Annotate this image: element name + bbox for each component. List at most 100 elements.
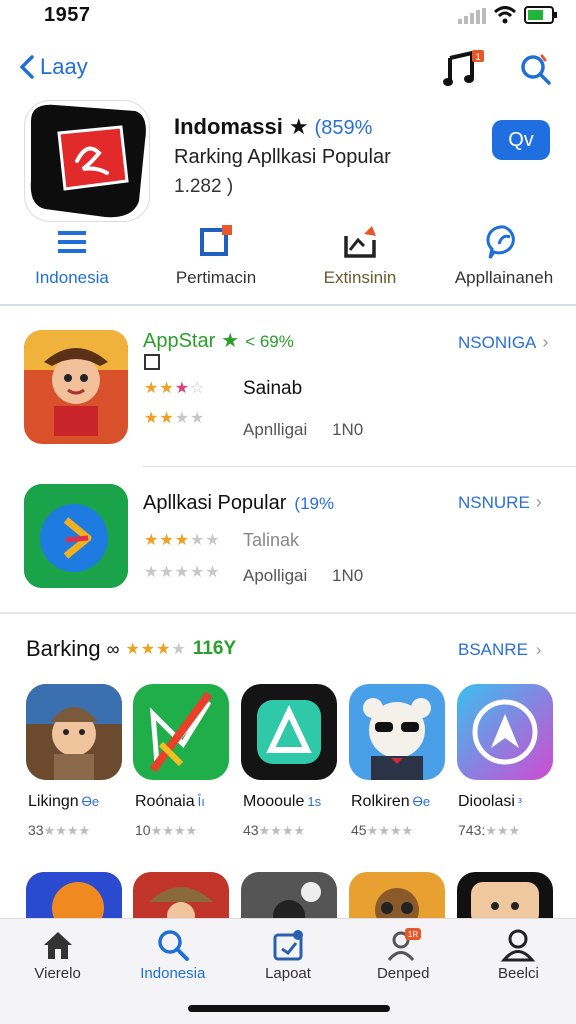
back-label: Laay: [40, 54, 88, 79]
grid-app-tag: I̊ı: [197, 794, 205, 809]
see-all-label: BSANRE: [458, 640, 528, 659]
star-icon: ★: [288, 114, 309, 139]
rating-stars: ★★★★★: [144, 532, 221, 549]
grid-app-icon[interactable]: [26, 872, 122, 922]
category-label: Indonesia: [35, 268, 109, 287]
grid-app-rating-value: 45: [351, 822, 367, 838]
list-item-title: Apllkasi Popular (19%: [143, 492, 334, 515]
tab-label: Denped: [376, 965, 430, 982]
app-icon: [24, 484, 128, 588]
list-item-subtitle: Talinak: [243, 530, 300, 550]
grid-app-name: Roónaia I̊ı: [135, 793, 205, 811]
list-item-value: 1N0: [332, 566, 364, 585]
category-appllainaneh[interactable]: Appllainaneh: [432, 222, 576, 304]
chart-up-icon: [344, 226, 376, 258]
home-icon: [43, 932, 72, 959]
music-badge: 1: [475, 52, 480, 62]
tab-beelci[interactable]: Beelci: [461, 919, 576, 1024]
grid-app-rating-value: 743:: [458, 822, 486, 838]
grid-app-name-text: Moooule: [243, 793, 305, 810]
grid-app-icon[interactable]: [241, 872, 337, 922]
divider: [143, 466, 576, 467]
profile-icon: [501, 929, 536, 962]
list-item-pct: < 69%: [245, 332, 294, 351]
menu-icon: [58, 231, 86, 253]
category-pertimacin[interactable]: Pertimacin: [144, 222, 288, 304]
grid-app-icon[interactable]: [26, 684, 122, 780]
nav-bar: Laay 1: [0, 46, 576, 96]
square-badge-icon: [200, 225, 232, 256]
home-indicator[interactable]: [188, 1005, 390, 1012]
category-extinsinin[interactable]: Extinsinin: [288, 222, 432, 304]
list-item-action[interactable]: NSONIGA ›: [458, 332, 548, 353]
grid-app-tag: Ꮎe: [412, 794, 431, 809]
see-all-link[interactable]: BSANRE ›: [458, 640, 542, 660]
search-icon: [158, 930, 189, 961]
back-button[interactable]: Laay: [18, 54, 88, 80]
list-item-meta: Apnlligai: [243, 420, 308, 439]
tab-vierelo[interactable]: Vierelo: [0, 919, 115, 1024]
list-item-value: 1N0: [332, 420, 364, 439]
list-item-meta: Apolligai: [243, 566, 308, 585]
category-indonesia[interactable]: Indonesia: [0, 222, 144, 304]
section-title: Barking: [26, 636, 101, 661]
list-item-action[interactable]: NSNURE ›: [458, 492, 542, 513]
grid-app-name: Dioolasi ᵌ: [458, 793, 522, 811]
grid-app-icon[interactable]: [349, 872, 445, 922]
grid-app-tag: Ꮎe: [81, 794, 100, 809]
app-rating-pct: (859%: [314, 117, 373, 139]
grid-app-rating-value: 33: [28, 822, 44, 838]
rating-stars: ★★★: [485, 823, 521, 838]
section-header: Barking ∞ ★★★★ 116Y: [26, 636, 236, 662]
rating-stars: ★★★★: [150, 823, 198, 838]
grid-app-tag: ᵌ: [517, 794, 523, 809]
app-title: Indomassi ★ (859%: [174, 114, 372, 140]
get-button[interactable]: Qv: [492, 120, 550, 160]
app-icon: [24, 330, 128, 444]
chevron-right-icon: ›: [535, 492, 542, 512]
grid-app-icon[interactable]: [133, 872, 229, 922]
list-item[interactable]: Apllkasi Popular (19% ★★★★★ Talinak ★★★★…: [0, 482, 576, 612]
chat-icon: [486, 225, 515, 259]
grid-app-icon[interactable]: [457, 684, 553, 780]
category-label: Extinsinin: [323, 268, 397, 287]
rating-stars: ★★★★: [258, 823, 306, 838]
list-item-title: AppStar ★ < 69%: [143, 328, 294, 353]
grid-app-icon[interactable]: [349, 684, 445, 780]
list-item-pct: (19%: [294, 494, 335, 513]
battery-icon: [524, 6, 557, 24]
grid-app-icon[interactable]: [241, 684, 337, 780]
grid-app-name-text: Dioolasi: [458, 793, 515, 810]
app-subtitle: Rarking Apllkasi Popular: [174, 146, 391, 168]
status-time: 1957: [44, 4, 91, 26]
link-icon: ∞: [106, 638, 120, 659]
grid-app-tag: 1s: [307, 794, 322, 809]
grid-icon: [144, 354, 160, 370]
grid-app-rating: 743:★★★: [458, 822, 520, 839]
tab-label: Vierelo: [34, 965, 81, 982]
status-bar: 1957: [0, 0, 576, 34]
rating-stars: ★★★★: [125, 641, 187, 658]
category-bar: Indonesia Pertimacin Extinsinin Appllain…: [0, 222, 576, 306]
list-item-action-label: NSNURE: [458, 492, 530, 512]
search-icon[interactable]: [518, 52, 552, 86]
list-item-subtitle: Sainab: [243, 378, 303, 399]
list-item[interactable]: AppStar ★ < 69% ★★★☆ Sainab ★★★★ Apnllig…: [0, 326, 576, 466]
grid-app-name-text: Likingn: [28, 793, 79, 810]
grid-app-icon[interactable]: [457, 872, 553, 922]
grid-app-name-text: Roónaia: [135, 793, 195, 810]
rating-stars: ★★★☆: [144, 380, 206, 397]
chevron-right-icon: ›: [542, 332, 549, 352]
category-label: Appllainaneh: [454, 268, 554, 287]
chevron-right-icon: ›: [535, 640, 542, 659]
grid-app-rating: 45★★★★: [351, 822, 413, 839]
app-icon[interactable]: [24, 100, 150, 222]
app-count: 1.282 ): [174, 176, 234, 197]
tab-label: Indonesia: [140, 965, 206, 982]
grid-app-name: Likingn Ꮎe: [28, 793, 99, 811]
tab-label: Lapoat: [265, 965, 311, 982]
grid-app-icon[interactable]: [133, 684, 229, 780]
list-item-name: Apllkasi Popular: [143, 492, 287, 514]
music-icon[interactable]: 1: [442, 48, 486, 88]
list-item-action-label: NSONIGA: [458, 332, 537, 352]
